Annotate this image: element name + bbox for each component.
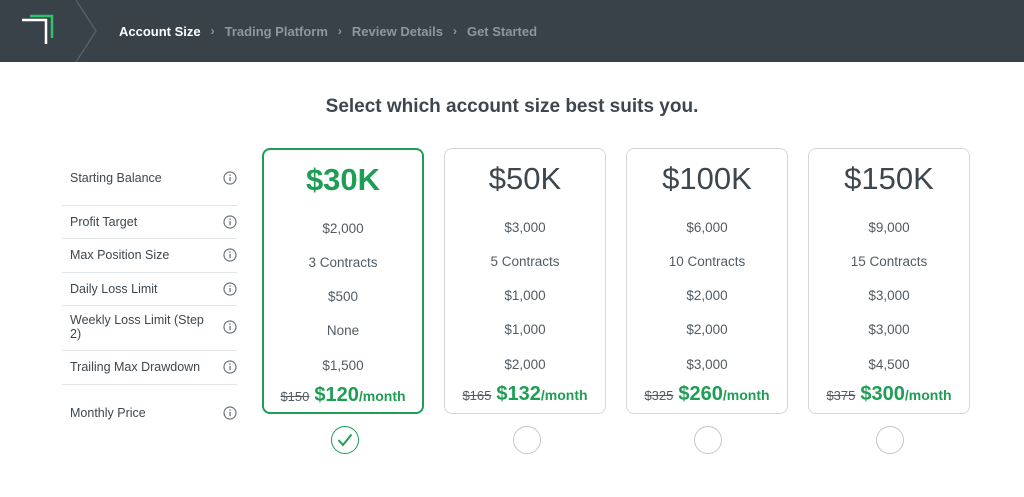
price-period: /month — [540, 387, 588, 403]
info-icon[interactable] — [223, 320, 237, 334]
plan-size: $100K — [662, 161, 752, 196]
old-price: $150 — [280, 389, 310, 404]
monthly-price: $375 $300/month — [809, 383, 969, 406]
label-text: Daily Loss Limit — [70, 282, 158, 296]
price-period: /month — [722, 387, 770, 403]
price-period: /month — [904, 387, 952, 403]
old-price: $165 — [462, 388, 492, 403]
trailing-drawdown-value: $4,500 — [868, 357, 910, 372]
weekly-loss-value: $3,000 — [868, 322, 910, 337]
monthly-price: $150 $120/month — [264, 384, 422, 407]
divider — [62, 272, 237, 273]
divider — [62, 305, 237, 306]
label-text: Profit Target — [70, 215, 138, 229]
old-price: $375 — [826, 388, 856, 403]
plan-card-150k[interactable]: $150K $9,000 15 Contracts $3,000 $3,000 … — [808, 148, 970, 414]
weekly-loss-value: None — [326, 323, 360, 338]
daily-loss-value: $3,000 — [868, 288, 910, 303]
max-position-value: 3 Contracts — [308, 255, 378, 270]
monthly-price: $165 $132/month — [445, 383, 605, 406]
info-icon[interactable] — [223, 360, 237, 374]
plan-radio-50k[interactable] — [513, 426, 541, 454]
max-position-value: 5 Contracts — [490, 254, 560, 269]
info-icon[interactable] — [223, 215, 237, 229]
label-profit-target: Profit Target — [62, 208, 237, 236]
info-icon[interactable] — [223, 406, 237, 420]
new-price: $120 — [314, 384, 359, 406]
profit-target-value: $6,000 — [686, 220, 728, 235]
info-icon[interactable] — [223, 171, 237, 185]
logo-bracket-icon[interactable] — [20, 14, 54, 48]
label-text: Max Position Size — [70, 248, 170, 262]
plan-size: $150K — [844, 161, 934, 196]
new-price: $300 — [860, 383, 905, 405]
step-trading-platform[interactable]: Trading Platform — [225, 24, 328, 39]
chevron-right-icon: › — [452, 24, 457, 38]
divider — [62, 238, 237, 239]
weekly-loss-value: $1,000 — [504, 322, 546, 337]
chevron-right-icon: › — [337, 24, 342, 38]
check-icon — [337, 433, 353, 447]
plan-card-50k[interactable]: $50K $3,000 5 Contracts $1,000 $1,000 $2… — [444, 148, 606, 414]
profit-target-value: $9,000 — [868, 220, 910, 235]
plan-radio-100k[interactable] — [694, 426, 722, 454]
profit-target-value: $2,000 — [322, 221, 364, 236]
step-review-details[interactable]: Review Details — [352, 24, 443, 39]
plan-card-30k[interactable]: $30K $2,000 3 Contracts $500 None $1,500… — [262, 148, 424, 414]
divider — [62, 205, 237, 206]
price-period: /month — [358, 388, 406, 404]
label-weekly-loss-limit: Weekly Loss Limit (Step 2) — [62, 310, 237, 344]
weekly-loss-value: $2,000 — [686, 322, 728, 337]
label-text: Starting Balance — [70, 171, 162, 185]
divider — [62, 350, 237, 351]
label-text: Weekly Loss Limit (Step 2) — [70, 313, 204, 341]
top-navigation-bar: Account Size › Trading Platform › Review… — [0, 0, 1024, 62]
new-price: $132 — [496, 383, 541, 405]
label-monthly-price: Monthly Price — [62, 399, 237, 427]
daily-loss-value: $500 — [327, 289, 359, 304]
old-price: $325 — [644, 388, 674, 403]
label-max-position-size: Max Position Size — [62, 241, 237, 269]
trailing-drawdown-value: $2,000 — [504, 357, 546, 372]
plan-size: $50K — [488, 161, 562, 196]
info-icon[interactable] — [223, 248, 237, 262]
label-text: Trailing Max Drawdown — [70, 360, 201, 374]
monthly-price: $325 $260/month — [627, 383, 787, 406]
label-trailing-max-drawdown: Trailing Max Drawdown — [62, 353, 237, 381]
plan-size: $30K — [305, 162, 381, 197]
max-position-value: 15 Contracts — [850, 254, 928, 269]
trailing-drawdown-value: $3,000 — [686, 357, 728, 372]
label-daily-loss-limit: Daily Loss Limit — [62, 275, 237, 303]
trailing-drawdown-value: $1,500 — [322, 358, 364, 373]
chevron-right-icon: › — [210, 24, 215, 38]
plan-radio-30k[interactable] — [331, 426, 359, 454]
profit-target-value: $3,000 — [504, 220, 546, 235]
max-position-value: 10 Contracts — [668, 254, 746, 269]
plan-radio-150k[interactable] — [876, 426, 904, 454]
info-icon[interactable] — [223, 282, 237, 296]
divider — [62, 384, 237, 385]
page-title: Select which account size best suits you… — [325, 96, 699, 117]
new-price: $260 — [678, 383, 723, 405]
step-account-size[interactable]: Account Size — [119, 24, 201, 39]
chevron-separator-icon — [75, 0, 97, 62]
label-text: Monthly Price — [70, 406, 146, 420]
daily-loss-value: $1,000 — [504, 288, 546, 303]
breadcrumb-steps: Account Size › Trading Platform › Review… — [119, 0, 537, 62]
daily-loss-value: $2,000 — [686, 288, 728, 303]
plan-card-100k[interactable]: $100K $6,000 10 Contracts $2,000 $2,000 … — [626, 148, 788, 414]
step-get-started[interactable]: Get Started — [467, 24, 537, 39]
label-starting-balance: Starting Balance — [62, 164, 237, 192]
